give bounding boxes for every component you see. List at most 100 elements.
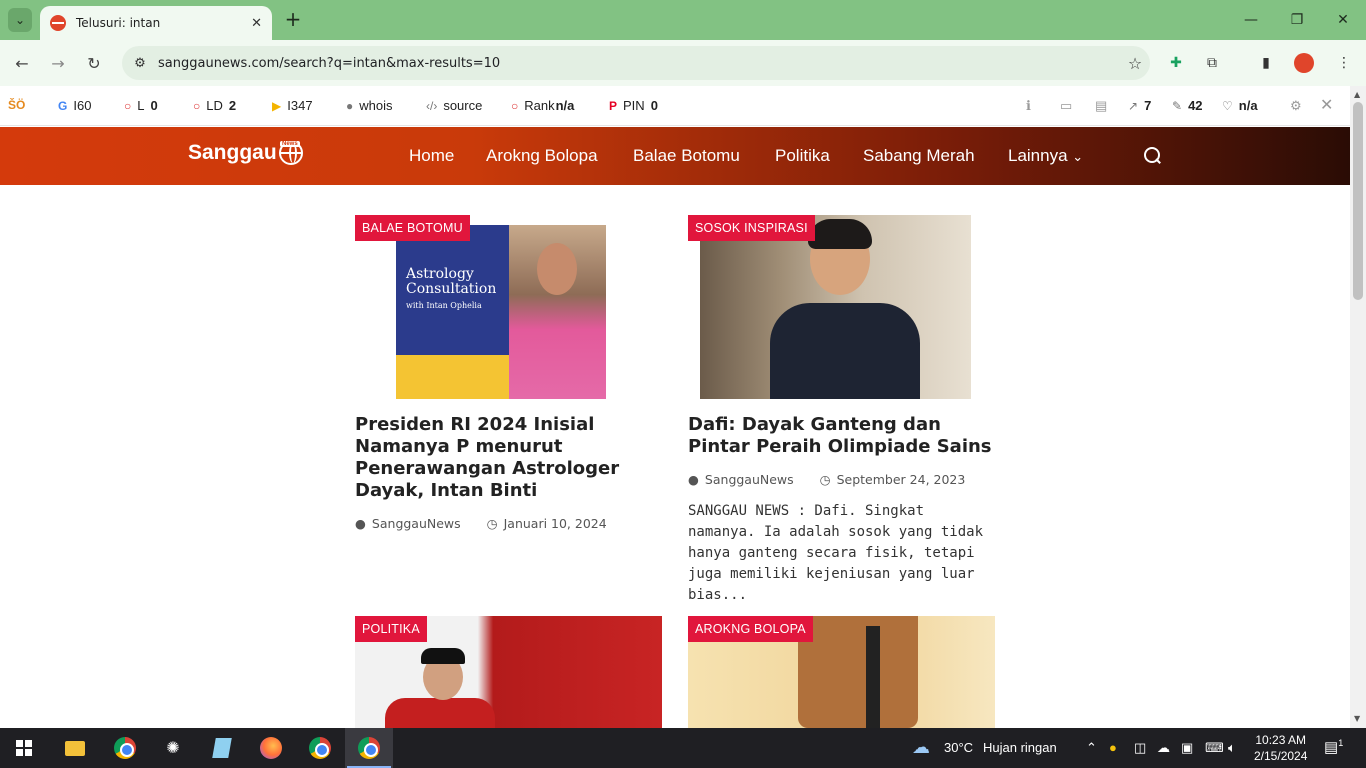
circle-icon: ○ (511, 98, 519, 113)
weather-cloud-icon[interactable]: ☁ (912, 737, 930, 758)
restore-button[interactable]: ❐ (1274, 0, 1320, 40)
post-date: Januari 10, 2024 (503, 516, 607, 531)
start-button[interactable] (16, 740, 32, 756)
pinterest-item[interactable]: P PIN 0 (609, 98, 658, 113)
source-item[interactable]: ‹/› source (426, 98, 482, 113)
rank-item[interactable]: ○ Rank n/a (511, 98, 574, 113)
close-window-button[interactable]: ✕ (1320, 0, 1366, 40)
forward-button[interactable]: → (46, 51, 70, 75)
circle-icon: ○ (124, 98, 132, 113)
bing-icon: ▶ (272, 98, 282, 113)
google-index-item[interactable]: G I 60 (58, 98, 91, 113)
seo-logo-icon[interactable]: ŠÖ (8, 98, 25, 112)
author-icon: ● (355, 516, 366, 531)
main-content: BALAE BOTOMU Astrology Consultation with… (0, 185, 1350, 728)
google-icon: G (58, 98, 68, 113)
chrome-active-icon[interactable] (347, 736, 391, 768)
page-scrollbar[interactable]: ▲ ▼ (1350, 86, 1366, 728)
address-bar[interactable]: ⚙ sanggaunews.com/search?q=intan&max-res… (122, 46, 1150, 80)
post-author[interactable]: SanggauNews (372, 516, 461, 531)
category-badge[interactable]: SOSOK INSPIRASI (688, 215, 815, 241)
heart-item[interactable]: ♡ n/a (1222, 98, 1258, 113)
monitor-icon[interactable]: ▭ (1060, 98, 1072, 114)
post-excerpt: SANGGAU NEWS : Dafi. Singkat namanya. Ia… (688, 503, 984, 603)
scroll-up-icon[interactable]: ▲ (1354, 90, 1360, 99)
post-thumbnail[interactable]: BALAE BOTOMU Astrology Consultation with… (355, 215, 662, 399)
post-title[interactable]: Dafi: Dayak Ganteng dan Pintar Peraih Ol… (688, 414, 995, 458)
scroll-down-icon[interactable]: ▼ (1354, 714, 1360, 723)
post-card: BALAE BOTOMU Astrology Consultation with… (355, 215, 662, 531)
nav-home[interactable]: Home (409, 146, 454, 166)
scrollbar-thumb[interactable] (1353, 102, 1363, 300)
category-badge[interactable]: BALAE BOTOMU (355, 215, 470, 241)
close-tab-icon[interactable]: ✕ (251, 16, 262, 31)
chrome-profile-icon[interactable] (113, 736, 137, 760)
extension-pin-icon[interactable]: ✚ (1166, 53, 1186, 73)
nav-arokng-bolopa[interactable]: Arokng Bolopa (486, 146, 598, 166)
url-text[interactable]: sanggaunews.com/search?q=intan&max-resul… (158, 56, 1120, 71)
nav-politika[interactable]: Politika (775, 146, 830, 166)
system-clock[interactable]: 10:23 AM 2/15/2024 (1254, 732, 1307, 764)
tray-chevron-up-icon[interactable]: ⌃ (1086, 740, 1097, 756)
doc-icon[interactable]: ▤ (1095, 98, 1107, 114)
screen-icon[interactable]: ▣ (1181, 740, 1193, 756)
code-icon: ‹/› (426, 98, 438, 113)
settings-gear-icon[interactable]: ⚙ (1290, 98, 1302, 114)
info-icon[interactable]: ℹ (1026, 98, 1031, 114)
tray-app-icon[interactable]: ● (1109, 740, 1117, 755)
minimize-button[interactable]: — (1228, 0, 1274, 40)
volume-icon[interactable]: 🔈︎ (1228, 740, 1236, 756)
bookmark-star-icon[interactable]: ☆ (1120, 54, 1150, 73)
post-thumbnail[interactable]: POLITIKA (355, 616, 662, 728)
bing-index-item[interactable]: ▶ I 347 (272, 98, 313, 113)
post-title[interactable]: Presiden RI 2024 Inisial Namanya P menur… (355, 414, 662, 502)
nav-sabang-merah[interactable]: Sabang Merah (863, 146, 975, 166)
notification-icon[interactable]: ▤1 (1324, 738, 1343, 756)
seo-extension-bar: ŠÖ G I 60 ○ L 0 ○ LD 2 ▶ I 347 ● whois ‹/› source … (0, 86, 1366, 126)
onedrive-cloud-icon[interactable]: ☁ (1157, 740, 1170, 756)
nav-balae-botomu[interactable]: Balae Botomu (633, 146, 740, 166)
post-image[interactable] (700, 215, 971, 399)
weather-desc[interactable]: Hujan ringan (983, 740, 1057, 755)
post-thumbnail[interactable]: AROKNG BOLOPA (688, 616, 995, 728)
site-logo[interactable]: Sanggau News (188, 141, 303, 165)
chevron-down-icon: ⌄ (14, 13, 26, 27)
external-link-icon: ↗ (1128, 98, 1139, 113)
edit-count-item[interactable]: ✎ 42 (1172, 98, 1203, 113)
tab-search-button[interactable]: ⌄ (8, 8, 32, 32)
side-panel-icon[interactable]: ▮ (1256, 53, 1276, 73)
search-icon[interactable] (1143, 146, 1163, 166)
tab-title: Telusuri: intan (76, 16, 161, 30)
category-badge[interactable]: AROKNG BOLOPA (688, 616, 813, 642)
chrome-work-icon[interactable] (308, 736, 332, 760)
chatgpt-icon[interactable]: ✺ (161, 736, 185, 760)
post-card: SOSOK INSPIRASI Dafi: Dayak Ganteng dan … (688, 215, 995, 606)
new-tab-button[interactable]: + (282, 8, 304, 30)
notepad-icon[interactable] (210, 736, 234, 760)
file-explorer-icon[interactable] (63, 736, 87, 760)
external-links-item[interactable]: ↗ 7 (1128, 98, 1151, 113)
profile-avatar[interactable] (1294, 53, 1314, 73)
network-icon[interactable]: ⌨ (1205, 740, 1224, 756)
meet-icon[interactable]: ◫ (1134, 740, 1146, 756)
linking-domains-item[interactable]: ○ LD 2 (193, 98, 236, 113)
extensions-puzzle-icon[interactable]: ⧉ (1202, 53, 1222, 73)
post-meta: ● SanggauNews ◷ September 24, 2023 (688, 472, 995, 487)
browser-menu-icon[interactable]: ⋮ (1334, 53, 1354, 73)
nav-lainnya[interactable]: Lainnya ⌄ (1008, 146, 1083, 166)
firefox-icon[interactable] (259, 736, 283, 760)
site-settings-icon[interactable]: ⚙ (130, 56, 150, 71)
active-tab[interactable]: Telusuri: intan ✕ (40, 6, 272, 40)
chevron-down-icon: ⌄ (1072, 149, 1084, 164)
browser-toolbar: ← → ↻ ⚙ sanggaunews.com/search?q=intan&m… (0, 40, 1366, 86)
reload-button[interactable]: ↻ (82, 51, 106, 75)
post-author[interactable]: SanggauNews (705, 472, 794, 487)
links-item[interactable]: ○ L 0 (124, 98, 158, 113)
category-badge[interactable]: POLITIKA (355, 616, 427, 642)
close-bar-icon[interactable]: ✕ (1320, 95, 1333, 115)
post-image[interactable]: Astrology Consultation with Intan Opheli… (396, 225, 606, 399)
back-button[interactable]: ← (10, 51, 34, 75)
weather-temp[interactable]: 30°C (944, 740, 973, 755)
whois-item[interactable]: ● whois (346, 98, 393, 113)
post-thumbnail[interactable]: SOSOK INSPIRASI (688, 215, 995, 399)
